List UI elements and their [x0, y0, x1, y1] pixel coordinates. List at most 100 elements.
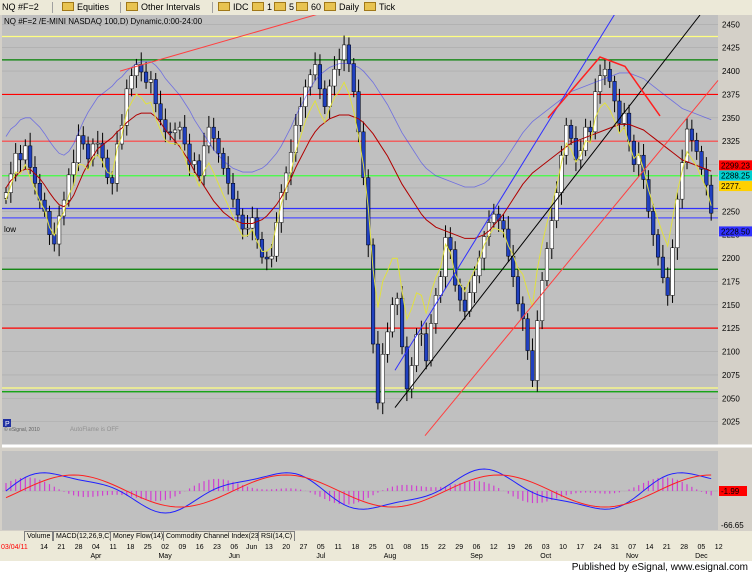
candle	[380, 354, 385, 404]
candle	[462, 299, 467, 312]
candle	[385, 331, 390, 355]
candle	[419, 333, 424, 336]
x-tick-label: 20	[282, 544, 290, 551]
candle	[226, 168, 231, 184]
x-tick-label: 05	[317, 544, 325, 551]
x-tick-label: 25	[144, 544, 152, 551]
candle	[607, 68, 612, 82]
y-tick-label: 2050	[722, 394, 740, 403]
autoflame-watermark: AutoFlame is OFF	[70, 427, 119, 433]
x-tick-label: 01	[386, 544, 394, 551]
candle	[670, 247, 675, 296]
candle	[274, 222, 279, 257]
y-tick-label: 2375	[722, 90, 740, 99]
candle	[660, 256, 665, 278]
candle	[598, 75, 603, 92]
equities-menu[interactable]: Equities	[62, 2, 109, 12]
x-tick-label: Jun	[246, 544, 257, 551]
candle	[390, 304, 395, 333]
candle	[530, 350, 535, 381]
candle	[540, 280, 545, 321]
interval-label: Daily	[339, 2, 360, 12]
folder-icon	[274, 2, 286, 11]
candle	[651, 211, 656, 235]
x-tick-month-label: Aug	[384, 553, 397, 560]
interval-5[interactable]: 5	[274, 2, 294, 12]
candle	[472, 275, 477, 293]
price-label: 2288.25	[721, 172, 750, 181]
x-tick-month-label: Oct	[540, 553, 551, 560]
toolbar-separator	[212, 2, 213, 13]
x-tick-label: 28	[680, 544, 688, 551]
other-intervals-label: Other Intervals	[141, 2, 201, 12]
candle	[655, 234, 661, 258]
candle	[105, 157, 110, 178]
interval-tick[interactable]: Tick	[364, 2, 395, 12]
pane-marker: P	[5, 421, 10, 428]
x-tick-label: 18	[127, 544, 135, 551]
toolbar-separator	[120, 2, 121, 13]
candle	[709, 184, 714, 214]
candle	[18, 153, 23, 161]
folder-icon	[62, 2, 74, 11]
folder-icon	[324, 2, 336, 11]
candle	[192, 160, 197, 165]
price-chart[interactable]: NQ #F=2 /E-MINI NASDAQ 100,D) Dynamic,0:…	[0, 15, 752, 531]
candle	[544, 248, 550, 281]
candle	[308, 74, 313, 88]
candle	[491, 213, 496, 223]
candle	[168, 131, 173, 134]
candle	[588, 126, 593, 133]
candle	[627, 112, 632, 142]
candle	[245, 227, 250, 230]
candle	[689, 128, 694, 141]
candle	[240, 214, 245, 230]
other-intervals-menu[interactable]: Other Intervals	[126, 2, 200, 12]
x-axis-start-label: 03/04/11	[1, 544, 28, 551]
candle	[172, 129, 178, 134]
candle	[371, 244, 376, 345]
candle	[211, 126, 216, 139]
candle	[375, 343, 380, 404]
macd-value-label: -1.99	[721, 487, 740, 496]
x-tick-label: 06	[230, 544, 238, 551]
x-tick-label: 08	[403, 544, 411, 551]
x-tick-label: 25	[369, 544, 377, 551]
x-tick-month-label: May	[158, 553, 172, 560]
x-tick-label: 29	[455, 544, 463, 551]
candle	[13, 153, 18, 175]
x-tick-label: 16	[196, 544, 204, 551]
candle	[288, 152, 294, 174]
x-tick-label: 19	[507, 544, 515, 551]
interval-1[interactable]: 1	[252, 2, 272, 12]
candle	[177, 126, 182, 131]
x-tick-label: 14	[646, 544, 654, 551]
candle	[23, 145, 28, 161]
candle	[554, 192, 559, 221]
candle	[313, 64, 318, 76]
interval-daily[interactable]: Daily	[324, 2, 359, 12]
interval-idc[interactable]: IDC	[218, 2, 249, 12]
y-tick-label: 2200	[722, 254, 740, 263]
x-tick-month-label: Sep	[470, 553, 483, 560]
toolbar: NQ #F=2 Equities Other Intervals IDC 1 5…	[0, 0, 752, 16]
x-tick-label: 23	[213, 544, 221, 551]
price-label: 2277.	[721, 182, 741, 191]
x-tick-label: 17	[576, 544, 584, 551]
candle	[602, 68, 607, 77]
symbol-field[interactable]: NQ #F=2	[2, 2, 39, 12]
candle	[95, 142, 100, 145]
y-tick-label: 2025	[722, 418, 740, 427]
interval-60[interactable]: 60	[296, 2, 321, 12]
y-tick-label: 2350	[722, 114, 740, 123]
candle	[525, 318, 530, 351]
x-tick-label: 07	[628, 544, 636, 551]
folder-icon	[252, 2, 264, 11]
interval-label: 60	[311, 2, 322, 12]
macd-pane-background	[2, 451, 718, 530]
candle	[144, 71, 149, 83]
folder-icon	[364, 2, 376, 11]
x-tick-label: 26	[525, 544, 533, 551]
y-tick-label: 2450	[722, 20, 740, 29]
candle	[153, 79, 158, 105]
